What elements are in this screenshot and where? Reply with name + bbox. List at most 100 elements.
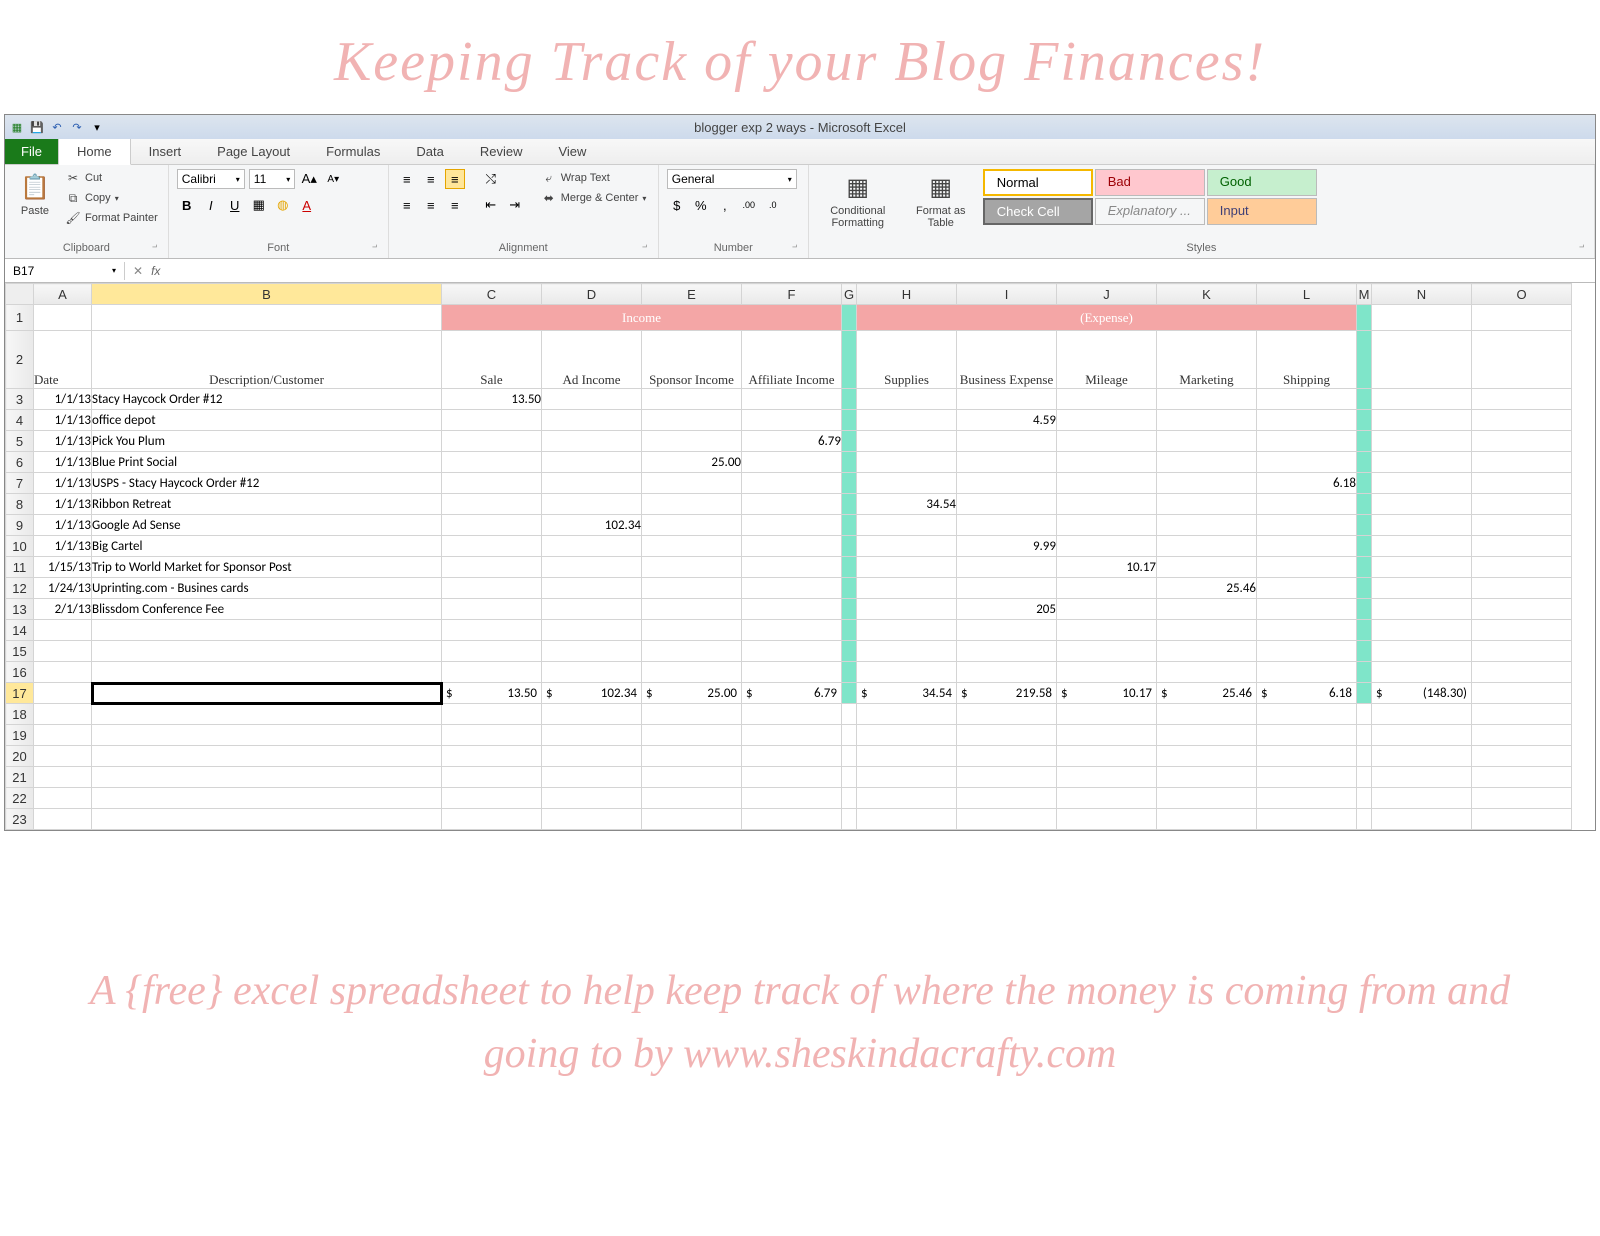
cell-ad[interactable] — [542, 473, 642, 494]
align-middle-icon[interactable]: ≡ — [421, 169, 441, 189]
cell-affiliate[interactable] — [742, 515, 842, 536]
currency-icon[interactable]: $ — [667, 195, 687, 215]
style-normal[interactable]: Normal — [983, 169, 1093, 196]
cell-affiliate[interactable] — [742, 452, 842, 473]
percent-icon[interactable]: % — [691, 195, 711, 215]
cell-supplies[interactable] — [857, 410, 957, 431]
row-head-22[interactable]: 22 — [6, 788, 34, 809]
cell-shipping[interactable] — [1257, 599, 1357, 620]
cell-desc[interactable]: Trip to World Market for Sponsor Post — [92, 557, 442, 578]
cell-sale[interactable] — [442, 599, 542, 620]
style-bad[interactable]: Bad — [1095, 169, 1205, 196]
total-business[interactable]: $219.58 — [957, 683, 1057, 704]
style-good[interactable]: Good — [1207, 169, 1317, 196]
cell-marketing[interactable] — [1157, 557, 1257, 578]
cell-shipping[interactable] — [1257, 452, 1357, 473]
grow-font-icon[interactable]: A▴ — [299, 169, 319, 189]
row-head-2[interactable]: 2 — [6, 331, 34, 389]
underline-button[interactable]: U — [225, 195, 245, 215]
cell-ad[interactable] — [542, 410, 642, 431]
tab-view[interactable]: View — [540, 139, 604, 164]
cell-desc[interactable]: USPS - Stacy Haycock Order #12 — [92, 473, 442, 494]
font-size-select[interactable]: 11▾ — [249, 169, 295, 189]
row-head-4[interactable]: 4 — [6, 410, 34, 431]
select-all-corner[interactable] — [6, 284, 34, 305]
col-head-D[interactable]: D — [542, 284, 642, 305]
merge-center-button[interactable]: ⬌Merge & Center ▾ — [539, 189, 649, 207]
cell-date[interactable]: 1/1/13 — [34, 410, 92, 431]
font-name-select[interactable]: Calibri▾ — [177, 169, 245, 189]
cell-affiliate[interactable] — [742, 578, 842, 599]
cell-desc[interactable]: Stacy Haycock Order #12 — [92, 389, 442, 410]
tab-home[interactable]: Home — [58, 138, 131, 165]
format-as-table-button[interactable]: ▦Format as Table — [905, 169, 977, 231]
qat-dropdown-icon[interactable]: ▾ — [89, 119, 105, 135]
cell-mileage[interactable] — [1057, 452, 1157, 473]
cell-business[interactable] — [957, 515, 1057, 536]
cell-ad[interactable] — [542, 494, 642, 515]
cell-sale[interactable]: 13.50 — [442, 389, 542, 410]
cell-mileage[interactable] — [1057, 578, 1157, 599]
cell-sale[interactable] — [442, 578, 542, 599]
cell-affiliate[interactable] — [742, 557, 842, 578]
increase-indent-icon[interactable]: ⇥ — [505, 195, 525, 215]
cell-mileage[interactable] — [1057, 599, 1157, 620]
cell-marketing[interactable] — [1157, 431, 1257, 452]
tab-file[interactable]: File — [5, 138, 58, 164]
row-head-12[interactable]: 12 — [6, 578, 34, 599]
cell-marketing[interactable] — [1157, 389, 1257, 410]
cell-date[interactable]: 1/1/13 — [34, 494, 92, 515]
cell-desc[interactable]: Blissdom Conference Fee — [92, 599, 442, 620]
align-top-icon[interactable]: ≡ — [397, 169, 417, 189]
cell-mileage[interactable] — [1057, 536, 1157, 557]
cell-ad[interactable]: 102.34 — [542, 515, 642, 536]
name-box[interactable]: B17▾ — [5, 262, 125, 280]
cell-date[interactable]: 1/1/13 — [34, 431, 92, 452]
col-head-M[interactable]: M — [1357, 284, 1372, 305]
decrease-indent-icon[interactable]: ⇤ — [481, 195, 501, 215]
row-head-19[interactable]: 19 — [6, 725, 34, 746]
cell-business[interactable] — [957, 473, 1057, 494]
decrease-decimal-icon[interactable]: .0 — [763, 195, 783, 215]
cancel-icon[interactable]: ✕ — [133, 264, 143, 278]
cell-affiliate[interactable] — [742, 389, 842, 410]
cell-affiliate[interactable]: 6.79 — [742, 431, 842, 452]
cell-mileage[interactable] — [1057, 431, 1157, 452]
cell-affiliate[interactable] — [742, 494, 842, 515]
cell-affiliate[interactable] — [742, 473, 842, 494]
col-head-N[interactable]: N — [1372, 284, 1472, 305]
col-head-L[interactable]: L — [1257, 284, 1357, 305]
style-check-cell[interactable]: Check Cell — [983, 198, 1093, 225]
cell-ad[interactable] — [542, 452, 642, 473]
wrap-text-button[interactable]: ⤶Wrap Text — [539, 169, 649, 187]
border-button[interactable]: ▦ — [249, 195, 269, 215]
cell-business[interactable]: 205 — [957, 599, 1057, 620]
orientation-icon[interactable]: ⤭ — [481, 169, 501, 189]
cell-affiliate[interactable] — [742, 536, 842, 557]
col-head-E[interactable]: E — [642, 284, 742, 305]
cell-affiliate[interactable] — [742, 410, 842, 431]
cell-shipping[interactable] — [1257, 431, 1357, 452]
total-affiliate[interactable]: $6.79 — [742, 683, 842, 704]
row-head-17[interactable]: 17 — [6, 683, 34, 704]
cell-mileage[interactable]: 10.17 — [1057, 557, 1157, 578]
cell-supplies[interactable] — [857, 536, 957, 557]
cell-shipping[interactable] — [1257, 494, 1357, 515]
cell-supplies[interactable] — [857, 452, 957, 473]
col-head-F[interactable]: F — [742, 284, 842, 305]
cell-date[interactable]: 1/24/13 — [34, 578, 92, 599]
cell-shipping[interactable] — [1257, 536, 1357, 557]
row-head-15[interactable]: 15 — [6, 641, 34, 662]
redo-icon[interactable]: ↷ — [69, 119, 85, 135]
cell-mileage[interactable] — [1057, 410, 1157, 431]
cell-sale[interactable] — [442, 536, 542, 557]
cell-date[interactable]: 2/1/13 — [34, 599, 92, 620]
cell-ad[interactable] — [542, 557, 642, 578]
cell-date[interactable]: 1/1/13 — [34, 536, 92, 557]
increase-decimal-icon[interactable]: .00 — [739, 195, 759, 215]
cell-sale[interactable] — [442, 431, 542, 452]
col-head-O[interactable]: O — [1472, 284, 1572, 305]
cell-supplies[interactable] — [857, 431, 957, 452]
cell-sponsor[interactable] — [642, 536, 742, 557]
row-head-9[interactable]: 9 — [6, 515, 34, 536]
